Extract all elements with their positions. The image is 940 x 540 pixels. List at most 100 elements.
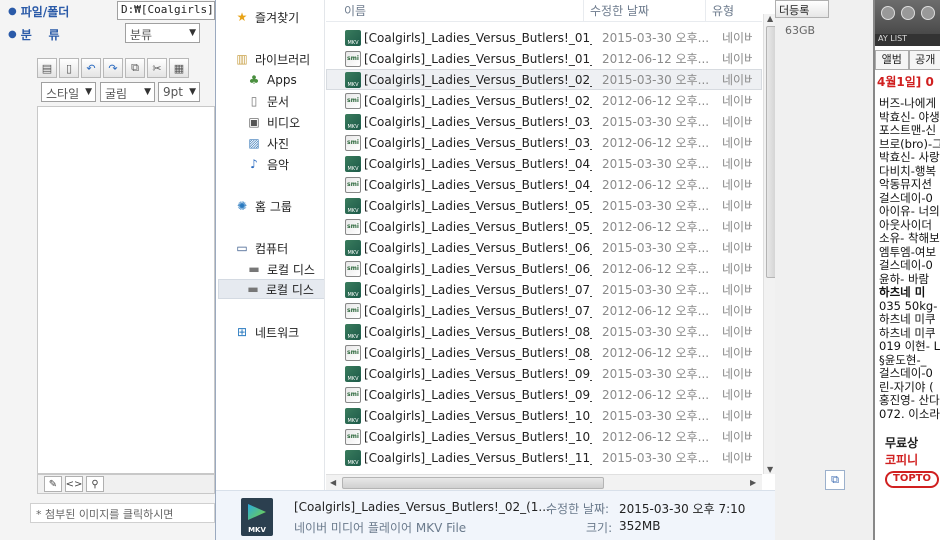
- song-list-item[interactable]: 박효신- 야생: [879, 111, 940, 125]
- player-button-icon[interactable]: [901, 6, 915, 20]
- pencil-icon[interactable]: ✎: [44, 476, 62, 492]
- song-list-item[interactable]: 악동뮤지션: [879, 178, 940, 192]
- preview-search-icon[interactable]: ⚲: [86, 476, 104, 492]
- file-row[interactable]: [Coalgirls]_Ladies_Versus_Butlers!_08_(1…: [326, 342, 762, 363]
- column-header-date[interactable]: 수정한 날짜: [584, 0, 706, 22]
- scroll-up-icon[interactable]: ▲: [767, 14, 773, 23]
- copy-icon[interactable]: ⧉: [125, 58, 145, 78]
- file-list-pane: 이름 수정한 날짜 유형 [Coalgirls]_Ladies_Versus_B…: [326, 0, 776, 490]
- column-header-type[interactable]: 유형: [706, 0, 762, 22]
- file-row[interactable]: [Coalgirls]_Ladies_Versus_Butlers!_03_(1…: [326, 111, 762, 132]
- file-row[interactable]: [Coalgirls]_Ladies_Versus_Butlers!_04_(1…: [326, 174, 762, 195]
- song-list-item[interactable]: 019 이현- L: [879, 340, 940, 354]
- file-row[interactable]: [Coalgirls]_Ladies_Versus_Butlers!_07_(1…: [326, 300, 762, 321]
- player-button-icon[interactable]: [881, 6, 895, 20]
- advertisement[interactable]: 무료상 코피니 TOPTO: [885, 434, 940, 488]
- song-list-item[interactable]: 포스트맨-신: [879, 124, 940, 138]
- song-list-item[interactable]: 윤하- 바람: [879, 273, 940, 287]
- editor-text-area[interactable]: [37, 106, 215, 474]
- file-row[interactable]: [Coalgirls]_Ladies_Versus_Butlers!_06_(1…: [326, 258, 762, 279]
- tab-public[interactable]: 공개: [908, 50, 940, 70]
- song-list-item[interactable]: 하츠네 미쿠: [879, 327, 940, 341]
- song-list-item[interactable]: 하츠네 미쿠: [879, 313, 940, 327]
- song-list-item[interactable]: 걸스데이-0: [879, 192, 940, 206]
- file-name: [Coalgirls]_Ladies_Versus_Butlers!_10_(1…: [364, 429, 592, 444]
- nav-libraries[interactable]: ▥ 라이브러리: [234, 49, 324, 69]
- font-select[interactable]: 굴림 ▼: [100, 82, 155, 102]
- paste-icon[interactable]: ▦: [169, 58, 189, 78]
- scroll-left-icon[interactable]: ◀: [330, 478, 336, 487]
- song-list-item[interactable]: 아이유- 너의: [879, 205, 940, 219]
- song-list-item[interactable]: 다비치-행복: [879, 165, 940, 179]
- scroll-right-icon[interactable]: ▶: [750, 478, 756, 487]
- file-row[interactable]: [Coalgirls]_Ladies_Versus_Butlers!_02_(1…: [326, 69, 762, 90]
- song-list-item[interactable]: 072. 이소라: [879, 408, 940, 422]
- song-list-item[interactable]: 035 50kg- ≠: [879, 300, 940, 314]
- scroll-down-icon[interactable]: ▼: [767, 465, 773, 474]
- file-row[interactable]: [Coalgirls]_Ladies_Versus_Butlers!_05_(1…: [326, 195, 762, 216]
- redo-icon[interactable]: ↷: [103, 58, 123, 78]
- player-button-icon[interactable]: [921, 6, 935, 20]
- nav-apps[interactable]: ♣ Apps: [246, 70, 324, 90]
- song-list-item[interactable]: 홍진영- 산다: [879, 394, 940, 408]
- file-row[interactable]: [Coalgirls]_Ladies_Versus_Butlers!_05_(1…: [326, 216, 762, 237]
- horizontal-scroll-thumb[interactable]: [342, 477, 604, 489]
- song-list-item[interactable]: §윤도현-_: [879, 354, 940, 368]
- nav-music-label: 음악: [267, 157, 290, 172]
- file-row[interactable]: [Coalgirls]_Ladies_Versus_Butlers!_01_(1…: [326, 48, 762, 69]
- nav-videos[interactable]: ▣ 비디오: [246, 112, 324, 132]
- nav-favorites[interactable]: ★ 즐겨찾기: [234, 7, 324, 27]
- tab-album[interactable]: 앨범: [875, 50, 909, 70]
- song-list-item[interactable]: 브로(bro)-그: [879, 138, 940, 152]
- file-row[interactable]: [Coalgirls]_Ladies_Versus_Butlers!_09_(1…: [326, 384, 762, 405]
- new-document-icon[interactable]: ▯: [59, 58, 79, 78]
- undo-icon[interactable]: ↶: [81, 58, 101, 78]
- nav-network[interactable]: ⊞ 네트워크: [234, 322, 324, 342]
- print-icon[interactable]: ▤: [37, 58, 57, 78]
- horizontal-scrollbar[interactable]: ◀ ▶: [326, 474, 762, 490]
- file-row[interactable]: [Coalgirls]_Ladies_Versus_Butlers!_10_(1…: [326, 426, 762, 447]
- nav-music[interactable]: ♪ 음악: [246, 154, 324, 174]
- song-list-item[interactable]: 버즈-나에게: [879, 97, 940, 111]
- song-list-item[interactable]: 걸스데이-0: [879, 259, 940, 273]
- music-player-panel: AY LIST 앨범 공개 4월1일] 0 버즈-나에게 박효신- 야생 포스트맨-…: [873, 0, 940, 540]
- register-button[interactable]: 더등록: [775, 0, 829, 18]
- song-list-item[interactable]: 소유- 착해보: [879, 232, 940, 246]
- category-select-value: 분류: [130, 28, 153, 42]
- song-list-item[interactable]: 박효신- 사랑: [879, 151, 940, 165]
- file-row[interactable]: [Coalgirls]_Ladies_Versus_Butlers!_03_(1…: [326, 132, 762, 153]
- style-select[interactable]: 스타일 ▼: [41, 82, 96, 102]
- song-list-item[interactable]: 엠투엠-여보: [879, 246, 940, 260]
- html-code-icon[interactable]: <>: [65, 476, 83, 492]
- file-row[interactable]: [Coalgirls]_Ladies_Versus_Butlers!_01_(1…: [326, 27, 762, 48]
- category-select[interactable]: 분류 ▼: [125, 23, 200, 43]
- file-row[interactable]: [Coalgirls]_Ladies_Versus_Butlers!_10_(1…: [326, 405, 762, 426]
- nav-local-disk-c[interactable]: ▬ 로컬 디스: [246, 259, 324, 279]
- column-header-name[interactable]: 이름: [326, 0, 584, 22]
- song-list-item[interactable]: 걸스데이-0: [879, 367, 940, 381]
- file-modified-date: 2015-03-30 오후...: [602, 325, 710, 339]
- popup-window-icon[interactable]: ⧉: [825, 470, 845, 490]
- nav-documents[interactable]: ▯ 문서: [246, 91, 324, 111]
- song-list-item[interactable]: 하츠네 미: [879, 286, 940, 300]
- cut-icon[interactable]: ✂: [147, 58, 167, 78]
- file-name: [Coalgirls]_Ladies_Versus_Butlers!_03_(1…: [364, 135, 592, 150]
- file-row[interactable]: [Coalgirls]_Ladies_Versus_Butlers!_04_(1…: [326, 153, 762, 174]
- file-row[interactable]: [Coalgirls]_Ladies_Versus_Butlers!_09_(1…: [326, 363, 762, 384]
- file-row[interactable]: [Coalgirls]_Ladies_Versus_Butlers!_11_(1…: [326, 447, 762, 468]
- font-size-select[interactable]: 9pt ▼: [158, 82, 200, 102]
- file-modified-date: 2012-06-12 오후...: [602, 262, 710, 276]
- file-row[interactable]: [Coalgirls]_Ladies_Versus_Butlers!_02_(1…: [326, 90, 762, 111]
- nav-local-disk-d[interactable]: ▬ 로컬 디스: [218, 279, 324, 299]
- file-row[interactable]: [Coalgirls]_Ladies_Versus_Butlers!_06_(1…: [326, 237, 762, 258]
- nav-homegroup[interactable]: ✺ 홈 그룹: [234, 196, 324, 216]
- subtitle-file-icon: [345, 260, 361, 277]
- song-list-item[interactable]: 린-자기야 (: [879, 381, 940, 395]
- file-row[interactable]: [Coalgirls]_Ladies_Versus_Butlers!_07_(1…: [326, 279, 762, 300]
- file-modified-date: 2015-03-30 오후...: [602, 367, 710, 381]
- nav-pictures[interactable]: ▨ 사진: [246, 133, 324, 153]
- file-row[interactable]: [Coalgirls]_Ladies_Versus_Butlers!_08_(1…: [326, 321, 762, 342]
- nav-computer[interactable]: ▭ 컴퓨터: [234, 238, 324, 258]
- folder-path-input[interactable]: D:₩[Coalgirls]: [117, 1, 215, 20]
- song-list-item[interactable]: 아웃사이더: [879, 219, 940, 233]
